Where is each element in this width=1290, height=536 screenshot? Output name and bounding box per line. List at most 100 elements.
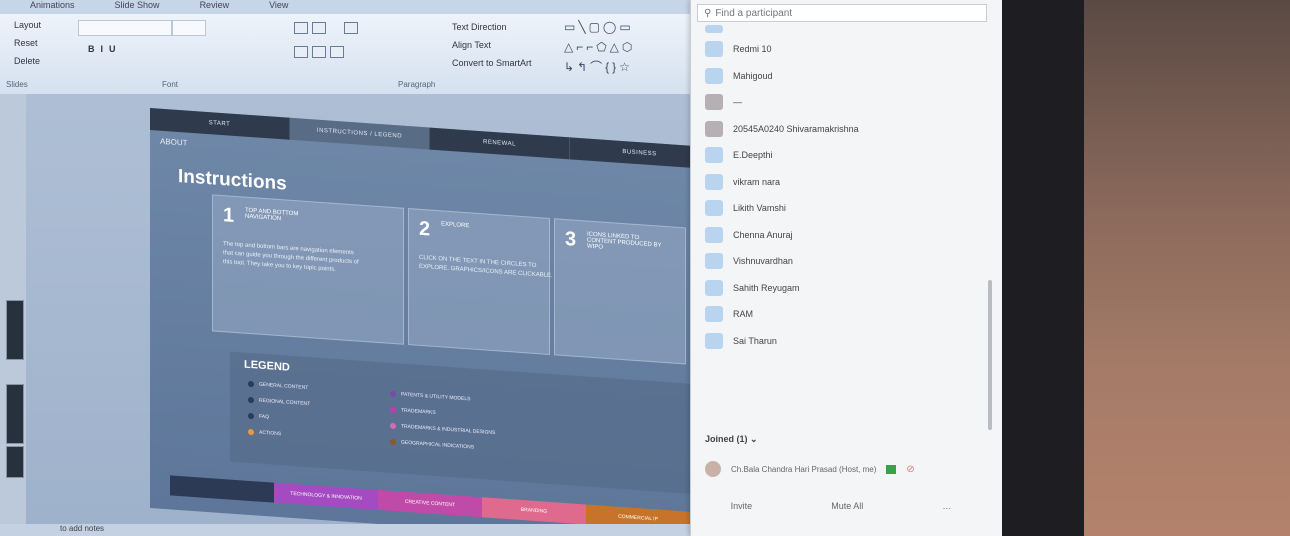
background-wall: [1084, 0, 1290, 536]
slide-bottom-tab[interactable]: BRANDING: [482, 497, 586, 525]
participant-row-partial[interactable]: [691, 22, 991, 36]
participants-footer: Invite Mute All …: [691, 494, 991, 518]
card-number: 2: [419, 217, 431, 241]
instruction-card-3: 3 ICONS LINKED TO CONTENT PRODUCED BY WI…: [554, 218, 686, 365]
align-left-icon[interactable]: [294, 46, 308, 58]
participant-row[interactable]: Chenna Anuraj: [691, 222, 991, 249]
legend-box: LEGEND GENERAL CONTENT REGIONAL CONTENT …: [230, 351, 700, 495]
font-format-buttons[interactable]: BIU: [88, 44, 122, 54]
card-title: ICONS LINKED TO CONTENT PRODUCED BY WIPO: [587, 231, 662, 251]
delete-button[interactable]: Delete: [14, 56, 40, 66]
legend-dot: [248, 380, 254, 388]
participant-row[interactable]: Likith Vamshi: [691, 195, 991, 222]
participant-row[interactable]: Sahith Reyugam: [691, 275, 991, 302]
card-number: 3: [565, 228, 577, 251]
slide-bottom-tab[interactable]: CREATIVE CONTENT: [378, 489, 482, 518]
slide-bottom-tab[interactable]: [170, 475, 274, 503]
participant-row[interactable]: Vishnuvardhan: [691, 248, 991, 275]
participant-list-scrollbar[interactable]: [988, 280, 992, 430]
slide-canvas[interactable]: START INSTRUCTIONS / LEGEND RENEWAL BUSI…: [150, 108, 710, 536]
participant-avatar: [705, 94, 723, 111]
layout-button[interactable]: Layout: [14, 20, 41, 30]
slide-bottom-tab[interactable]: TECHNOLOGY & INNOVATION: [274, 482, 378, 510]
camera-off-icon[interactable]: ⊘: [906, 464, 914, 475]
joined-section-header[interactable]: Joined (1) ⌄: [705, 434, 758, 445]
align-center-icon[interactable]: [312, 46, 326, 58]
slide-tab-business[interactable]: BUSINESS: [570, 137, 710, 170]
slides-group-label: Slides: [6, 80, 28, 89]
numbering-icon[interactable]: [312, 22, 326, 34]
align-text-button[interactable]: Align Text: [452, 40, 491, 50]
chevron-down-icon: ⌄: [750, 434, 758, 444]
participant-row[interactable]: RAM: [691, 301, 991, 328]
participant-row[interactable]: E.Deepthi: [691, 142, 991, 169]
shapes-row3-icon[interactable]: ↳↰⌒{}☆: [564, 58, 633, 75]
shapes-gallery-icon[interactable]: ▭╲▢◯▭: [564, 20, 634, 34]
card-title: EXPLORE: [441, 221, 470, 230]
tab-review[interactable]: Review: [200, 0, 230, 14]
participant-avatar: [705, 67, 723, 84]
legend-dot: [390, 390, 396, 398]
ribbon-tab-bar: Animations Slide Show Review View: [0, 0, 720, 14]
font-name-box[interactable]: [78, 20, 172, 36]
participant-list: Redmi 10 Mahigoud — 20545A0240 Shivarama…: [691, 22, 991, 354]
participant-row[interactable]: vikram nara: [691, 169, 991, 196]
slide-tab-renewal[interactable]: RENEWAL: [430, 127, 570, 160]
monitor-bezel: [1002, 0, 1084, 536]
participant-row[interactable]: Mahigoud: [691, 63, 991, 90]
card-body: The top and bottom bars are navigation e…: [223, 241, 359, 274]
card-body: CLICK ON THE TEXT IN THE CIRCLES TO EXPL…: [419, 254, 553, 280]
ribbon: Layout Reset Delete Slides BIU Font Para…: [0, 14, 690, 95]
card-number: 1: [223, 204, 235, 227]
legend-item: TRADEMARKS: [390, 406, 436, 416]
participant-avatar: [705, 25, 723, 33]
notes-bar[interactable]: to add notes: [0, 524, 750, 536]
search-placeholder: Find a participant: [715, 7, 793, 19]
slide-thumbnail[interactable]: [6, 446, 24, 478]
indent-icon[interactable]: [344, 22, 358, 34]
mic-icon[interactable]: [886, 464, 897, 474]
legend-item: ACTIONS: [248, 428, 281, 437]
tab-animations[interactable]: Animations: [30, 0, 75, 14]
slide-tab-instructions[interactable]: INSTRUCTIONS / LEGEND: [290, 117, 430, 150]
reset-button[interactable]: Reset: [14, 38, 38, 48]
participant-row[interactable]: —: [691, 89, 991, 116]
participant-avatar: [705, 306, 723, 323]
legend-item: FAQ: [248, 412, 269, 420]
slide-editing-area: START INSTRUCTIONS / LEGEND RENEWAL BUSI…: [26, 94, 710, 536]
slide-title: Instructions: [178, 165, 287, 195]
participant-avatar: [705, 120, 723, 137]
participant-avatar: [705, 173, 723, 190]
legend-dot: [248, 396, 254, 404]
slide-thumbnail[interactable]: [6, 300, 24, 360]
legend-item: TRADEMARKS & INDUSTRIAL DESIGNS: [390, 422, 495, 436]
more-options-icon[interactable]: …: [942, 501, 951, 511]
participant-avatar: [705, 226, 723, 243]
tab-view[interactable]: View: [269, 0, 288, 14]
legend-item: REGIONAL CONTENT: [248, 396, 310, 407]
participant-search-input[interactable]: ⚲ Find a participant: [697, 4, 987, 22]
joined-participant-row[interactable]: Ch.Bala Chandra Hari Prasad (Host, me) ⊘: [705, 458, 990, 480]
participant-row[interactable]: Redmi 10: [691, 36, 991, 63]
bullets-icon[interactable]: [294, 22, 308, 34]
font-size-box[interactable]: [172, 20, 206, 36]
text-direction-button[interactable]: Text Direction: [452, 22, 507, 32]
participant-avatar: [705, 253, 723, 270]
participant-row[interactable]: 20545A0240 Shivaramakrishna: [691, 116, 991, 143]
slide-tab-start[interactable]: START: [150, 108, 290, 140]
slide-thumbnail[interactable]: [6, 384, 24, 444]
slide-thumbnail-pane: [0, 94, 27, 524]
legend-dot: [248, 412, 254, 420]
align-right-icon[interactable]: [330, 46, 344, 58]
tab-slide-show[interactable]: Slide Show: [115, 0, 160, 14]
legend-item: PATENTS & UTILITY MODELS: [390, 390, 470, 402]
invite-button[interactable]: Invite: [731, 501, 753, 511]
participant-avatar: [705, 147, 723, 164]
shapes-row2-icon[interactable]: △⌐⌐⬠△⬡: [564, 40, 635, 54]
participant-row[interactable]: Sai Tharun: [691, 328, 991, 355]
mute-all-button[interactable]: Mute All: [831, 501, 863, 511]
instruction-card-2: 2 EXPLORE CLICK ON THE TEXT IN THE CIRCL…: [408, 208, 553, 355]
participants-panel: ⚲ Find a participant Redmi 10 Mahigoud —…: [690, 0, 1003, 536]
card-title: TOP AND BOTTOM NAVIGATION: [245, 207, 299, 223]
convert-smartart-button[interactable]: Convert to SmartArt: [452, 58, 532, 68]
